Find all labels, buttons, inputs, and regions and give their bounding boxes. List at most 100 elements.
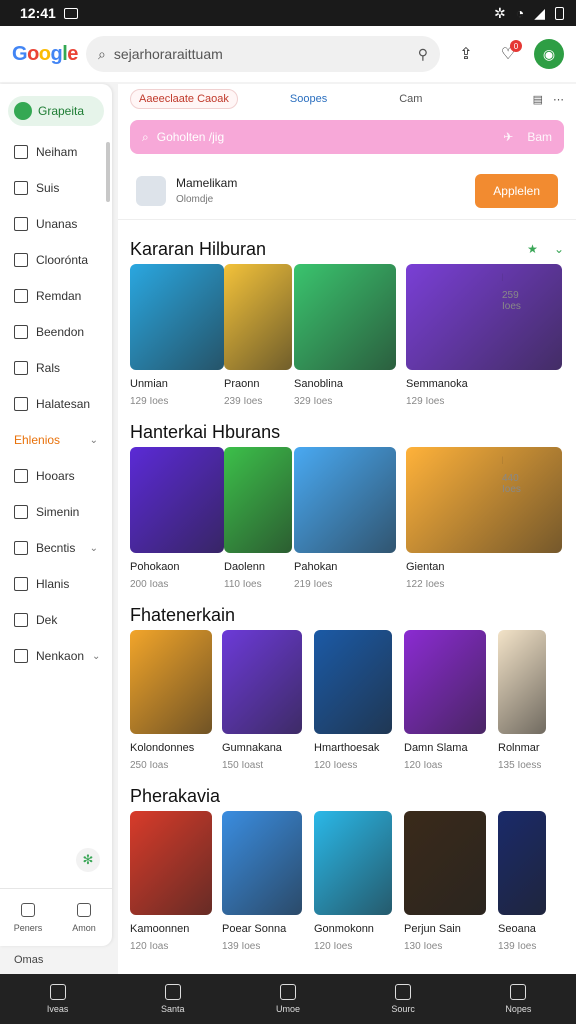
sidebar-item[interactable]: Halatesan: [0, 386, 112, 422]
game-thumbnail[interactable]: [294, 264, 396, 370]
game-thumbnail[interactable]: [406, 447, 562, 553]
game-thumbnail[interactable]: [222, 630, 302, 734]
google-logo[interactable]: Google: [12, 43, 78, 66]
sidebar-item-label: Ehlenios: [14, 433, 61, 447]
tab-pill[interactable]: Aaeeclaate Caoak: [130, 89, 238, 109]
apply-button[interactable]: Applelen: [475, 173, 558, 208]
sidebar-item[interactable]: Becntis ⌄: [0, 530, 112, 566]
game-card[interactable]: Raoolyer 259 Ioes: [502, 264, 521, 407]
sidebar-item[interactable]: Rals: [0, 350, 112, 386]
game-thumbnail[interactable]: [294, 447, 396, 553]
game-card[interactable]: Hmarthoesak 120 Ioess: [314, 630, 404, 771]
promo-right-label[interactable]: Bam: [527, 130, 552, 144]
sidebar-bottom-right[interactable]: Amon: [56, 889, 112, 946]
game-card[interactable]: Rolnmar 135 Ioess: [498, 630, 546, 771]
game-card[interactable]: Damn Slama 120 Ioas: [404, 630, 498, 771]
profile-avatar[interactable]: ◉: [534, 39, 564, 69]
game-title: Rolnmar: [498, 742, 540, 754]
sidebar-item[interactable]: Cloorónta: [0, 242, 112, 278]
game-card[interactable]: Seoana 139 Ioes: [498, 811, 546, 952]
status-bar: 12:41 ✲ ◔ ◢: [0, 0, 576, 26]
game-thumbnail[interactable]: [130, 811, 212, 915]
sidebar-item[interactable]: Dek: [0, 602, 112, 638]
game-card[interactable]: Semmanoka 129 Ioes: [406, 264, 562, 407]
sidebar-item-label: Hooars: [36, 469, 75, 483]
sidebar-item-label: Hlanis: [36, 577, 70, 591]
sidebar-item-icon: [14, 361, 28, 375]
game-card[interactable]: Praonn 239 Ioes: [224, 264, 294, 407]
sidebar-head[interactable]: Grapeita: [8, 96, 104, 126]
game-card[interactable]: Pahokan 219 Ioes: [294, 447, 406, 590]
sidebar-scrollbar[interactable]: [106, 142, 110, 202]
game-thumbnail[interactable]: [314, 630, 392, 734]
game-card[interactable]: Kolondonnes 250 Ioas: [130, 630, 222, 771]
game-title: Damn Slama: [404, 742, 468, 754]
game-thumbnail[interactable]: [130, 264, 224, 370]
game-title: Gientan: [406, 561, 445, 573]
sidebar-item[interactable]: Ehlenios ⌄: [0, 422, 112, 458]
game-card[interactable]: Gonmokonn 120 Ioes: [314, 811, 404, 952]
game-card[interactable]: Perjun Sain 130 Ioes: [404, 811, 498, 952]
tab-blue[interactable]: Soopes: [290, 93, 327, 105]
game-thumbnail[interactable]: [498, 811, 546, 915]
search-bar[interactable]: ⌕ sejarhoraraittuam ⚲: [86, 36, 440, 72]
game-thumbnail[interactable]: [224, 447, 292, 553]
game-card[interactable]: Gumnakana 150 Ioast: [222, 630, 314, 771]
tab-plain[interactable]: Cam: [399, 93, 422, 105]
game-thumbnail[interactable]: [222, 811, 302, 915]
game-thumbnail[interactable]: [130, 447, 224, 553]
game-card[interactable]: Kame 440 Ioes: [502, 447, 521, 590]
calendar-icon[interactable]: ▤: [533, 93, 543, 106]
sidebar-action-icon[interactable]: ✻: [76, 848, 100, 872]
game-card[interactable]: Sanoblina 329 Ioes: [294, 264, 406, 407]
sidebar-item[interactable]: Simenin: [0, 494, 112, 530]
more-icon[interactable]: ⋯: [553, 93, 564, 106]
top-bar: Google ⌕ sejarhoraraittuam ⚲ ⇪ ♡ 0 ◉: [0, 26, 576, 82]
game-title: Kame: [502, 455, 503, 467]
sidebar-item-icon: [14, 613, 28, 627]
bottom-nav-item[interactable]: Nopes: [478, 984, 558, 1014]
bottom-nav-item[interactable]: Santa: [133, 984, 213, 1014]
sidebar-item[interactable]: Nenkaon ⌄: [0, 638, 112, 674]
chevron-down-icon[interactable]: ⌄: [92, 651, 100, 662]
game-thumbnail[interactable]: [406, 264, 562, 370]
chevron-down-icon[interactable]: ⌄: [554, 242, 564, 256]
game-thumbnail[interactable]: [130, 630, 212, 734]
sidebar-item[interactable]: Hlanis: [0, 566, 112, 602]
sidebar-item[interactable]: Unanas: [0, 206, 112, 242]
sidebar-item[interactable]: Beendon: [0, 314, 112, 350]
game-card[interactable]: Unmian 129 Ioes: [130, 264, 224, 407]
search-input[interactable]: sejarhoraraittuam: [114, 46, 223, 62]
game-card[interactable]: Daolenn 110 Ioes: [224, 447, 294, 590]
bottom-nav-item[interactable]: Iveas: [18, 984, 98, 1014]
star-icon[interactable]: ★: [527, 242, 538, 256]
game-title: Sanoblina: [294, 378, 343, 390]
sidebar-item[interactable]: Remdan: [0, 278, 112, 314]
game-thumbnail[interactable]: [314, 811, 392, 915]
game-thumbnail[interactable]: [224, 264, 292, 370]
game-thumbnail[interactable]: [498, 630, 546, 734]
promo-search-input[interactable]: Goholten /jig: [157, 130, 224, 144]
game-thumbnail[interactable]: [404, 630, 486, 734]
bottom-nav-item[interactable]: Sourc: [363, 984, 443, 1014]
main-content: Aaeeclaate Caoak Soopes Cam ▤ ⋯ ⌕ Goholte…: [118, 84, 576, 974]
chevron-down-icon[interactable]: ⌄: [90, 435, 98, 446]
share-icon[interactable]: ⇪: [450, 38, 482, 70]
game-thumbnail[interactable]: [404, 811, 486, 915]
sidebar-bottom-left[interactable]: Peners: [0, 889, 56, 946]
account-row: Mamelikam Olomdje Applelen: [118, 162, 576, 220]
game-card[interactable]: Poear Sonna 139 Ioes: [222, 811, 314, 952]
sidebar-item-icon: [14, 541, 28, 555]
chevron-down-icon[interactable]: ⌄: [90, 543, 98, 554]
game-card[interactable]: Kamoonnen 120 Ioas: [130, 811, 222, 952]
notifications-icon[interactable]: ♡ 0: [492, 38, 524, 70]
game-card[interactable]: Pohokaon 200 Ioas: [130, 447, 224, 590]
sidebar-item[interactable]: Suis: [0, 170, 112, 206]
game-card[interactable]: Gientan 122 Ioes: [406, 447, 562, 590]
sidebar-item[interactable]: Neiham: [0, 134, 112, 170]
promo-search-bar[interactable]: ⌕ Goholten /jig ✈ Bam: [130, 120, 564, 154]
category-icon: [14, 102, 32, 120]
sidebar-item[interactable]: Hooars: [0, 458, 112, 494]
voice-search-icon[interactable]: ⚲: [418, 46, 428, 63]
bottom-nav-item[interactable]: Umoe: [248, 984, 328, 1014]
